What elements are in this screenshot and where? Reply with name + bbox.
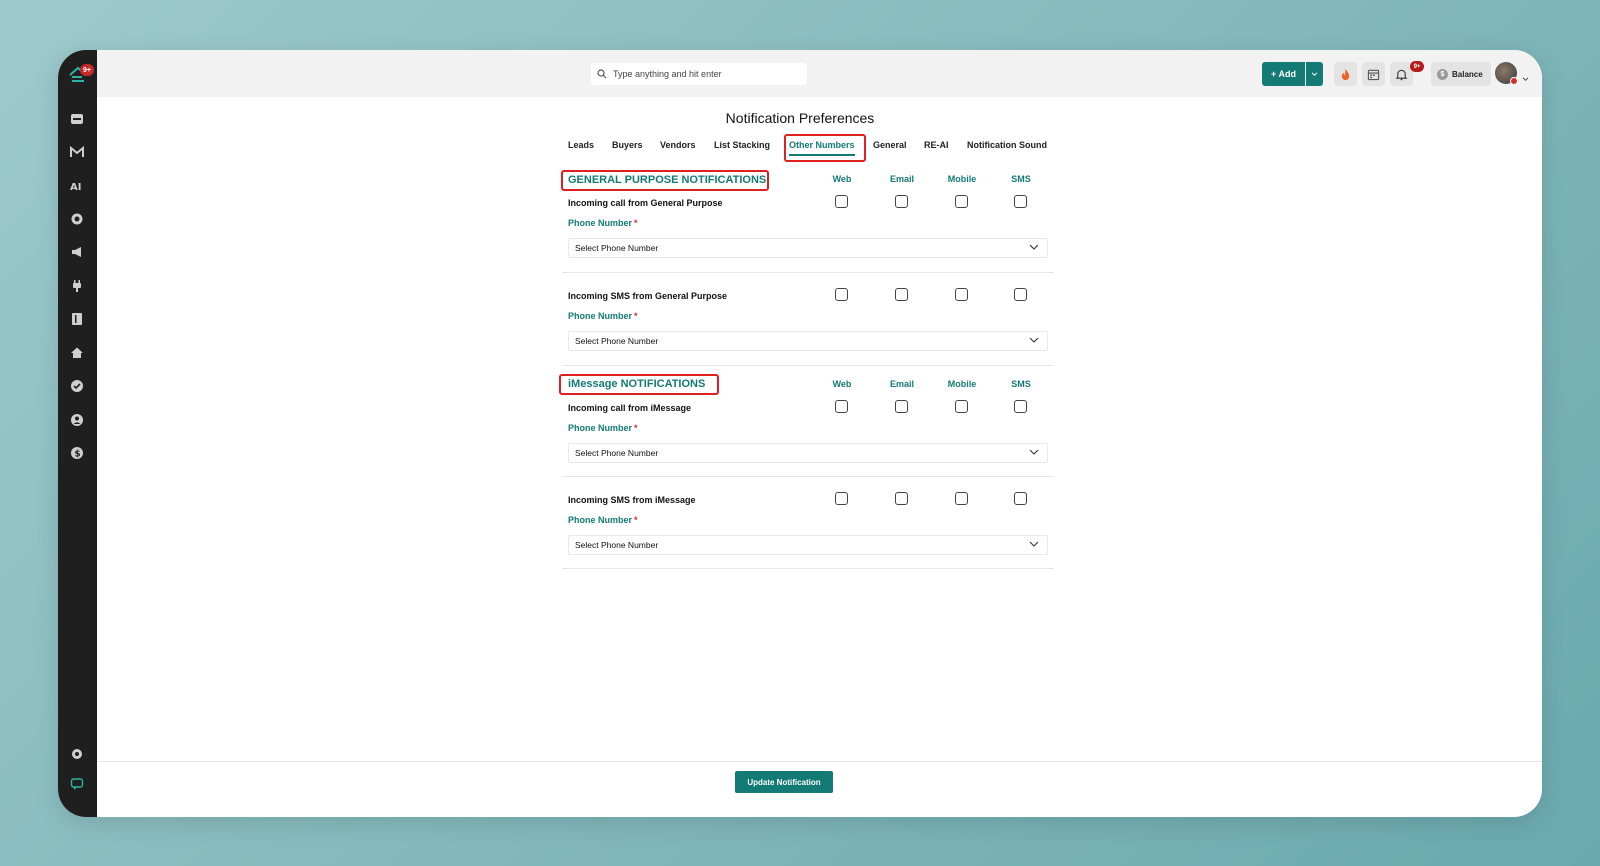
checkbox-web[interactable] xyxy=(835,195,848,208)
tab-general[interactable]: General xyxy=(873,140,907,154)
tab-buyers[interactable]: Buyers xyxy=(612,140,643,154)
divider xyxy=(562,476,1054,477)
home-icon[interactable] xyxy=(69,345,85,361)
select-value: Select Phone Number xyxy=(575,448,659,458)
checkbox-email[interactable] xyxy=(895,195,908,208)
checkbox-mobile[interactable] xyxy=(955,492,968,505)
svg-text:$: $ xyxy=(74,450,80,460)
checkbox-sms[interactable] xyxy=(1014,400,1027,413)
settings-icon[interactable] xyxy=(69,746,85,762)
chevron-down-icon xyxy=(1029,244,1039,250)
divider xyxy=(562,365,1054,366)
phone-number-label: Phone Number * xyxy=(568,218,638,228)
phone-number-select[interactable]: Select Phone Number xyxy=(568,535,1048,555)
footer-divider xyxy=(97,761,1542,762)
row-label: Incoming call from General Purpose xyxy=(568,198,723,208)
app-window: 9+ AI $ Type anything and hit enter + Ad… xyxy=(58,50,1542,817)
notification-badge: 9+ xyxy=(1410,61,1424,72)
tab-notification-sound[interactable]: Notification Sound xyxy=(967,140,1047,154)
ai-icon[interactable]: AI xyxy=(69,177,85,193)
calendar-icon[interactable] xyxy=(1362,62,1385,86)
row-label: Incoming SMS from General Purpose xyxy=(568,291,728,301)
add-dropdown-button[interactable] xyxy=(1306,62,1323,86)
phone-number-select[interactable]: Select Phone Number xyxy=(568,443,1048,463)
checkbox-web[interactable] xyxy=(835,400,848,413)
chevron-down-icon xyxy=(1029,449,1039,455)
checkbox-email[interactable] xyxy=(895,492,908,505)
plug-icon[interactable] xyxy=(69,278,85,294)
phone-number-select[interactable]: Select Phone Number xyxy=(568,331,1048,351)
coin-icon: $ xyxy=(1437,68,1448,80)
search-input[interactable] xyxy=(613,69,793,79)
highlight-box-tab xyxy=(784,134,866,162)
select-value: Select Phone Number xyxy=(575,540,659,550)
checkbox-sms[interactable] xyxy=(1014,492,1027,505)
phone-number-label: Phone Number * xyxy=(568,311,638,321)
tab-list-stacking[interactable]: List Stacking xyxy=(714,140,770,154)
select-value: Select Phone Number xyxy=(575,243,659,253)
col-sms: SMS xyxy=(1011,379,1031,389)
divider xyxy=(562,568,1054,569)
svg-text:AI: AI xyxy=(70,182,81,192)
chevron-down-icon xyxy=(1311,71,1318,76)
sidebar: 9+ AI $ xyxy=(58,50,97,817)
megaphone-icon[interactable] xyxy=(69,244,85,260)
col-sms: SMS xyxy=(1011,174,1031,184)
checkbox-email[interactable] xyxy=(895,288,908,301)
checkbox-email[interactable] xyxy=(895,400,908,413)
select-value: Select Phone Number xyxy=(575,336,659,346)
chevron-down-icon xyxy=(1029,541,1039,547)
dollar-icon[interactable]: $ xyxy=(69,445,85,461)
checkbox-mobile[interactable] xyxy=(955,288,968,301)
tab-vendors[interactable]: Vendors xyxy=(660,140,696,154)
section-title-imessage: iMessage NOTIFICATIONS xyxy=(568,378,706,390)
section-title-general-purpose: GENERAL PURPOSE NOTIFICATIONS xyxy=(568,174,767,186)
target-icon[interactable] xyxy=(69,211,85,227)
user-circle-icon[interactable] xyxy=(69,412,85,428)
col-web: Web xyxy=(832,174,852,184)
status-dot xyxy=(1510,77,1518,85)
search-bar[interactable] xyxy=(591,63,807,85)
top-bar xyxy=(97,50,1542,97)
search-icon xyxy=(597,69,607,79)
chat-icon[interactable] xyxy=(69,776,85,792)
col-mobile: Mobile xyxy=(947,174,977,184)
book-icon[interactable] xyxy=(69,311,85,327)
balance-button[interactable]: $ Balance xyxy=(1431,62,1491,86)
check-circle-icon[interactable] xyxy=(69,378,85,394)
phone-number-label: Phone Number * xyxy=(568,515,638,525)
gmail-icon[interactable] xyxy=(69,144,85,160)
logo-badge: 9+ xyxy=(80,64,94,76)
phone-number-label: Phone Number * xyxy=(568,423,638,433)
checkbox-web[interactable] xyxy=(835,492,848,505)
checkbox-sms[interactable] xyxy=(1014,288,1027,301)
fire-icon[interactable] xyxy=(1334,62,1357,86)
col-email: Email xyxy=(889,379,914,389)
col-web: Web xyxy=(832,379,852,389)
checkbox-mobile[interactable] xyxy=(955,400,968,413)
divider xyxy=(562,272,1054,273)
checkbox-sms[interactable] xyxy=(1014,195,1027,208)
col-email: Email xyxy=(889,174,914,184)
phone-number-select[interactable]: Select Phone Number xyxy=(568,238,1048,258)
checkbox-web[interactable] xyxy=(835,288,848,301)
row-label: Incoming SMS from iMessage xyxy=(568,495,696,505)
chevron-down-icon[interactable] xyxy=(1522,69,1529,87)
tab-leads[interactable]: Leads xyxy=(568,140,594,154)
checkbox-mobile[interactable] xyxy=(955,195,968,208)
balance-label: Balance xyxy=(1452,69,1483,79)
add-button[interactable]: + Add xyxy=(1262,62,1305,86)
update-notification-button[interactable]: Update Notification xyxy=(735,771,833,793)
chevron-down-icon xyxy=(1029,337,1039,343)
row-label: Incoming call from iMessage xyxy=(568,403,692,413)
page-title: Notification Preferences xyxy=(725,110,875,126)
tab-re-ai[interactable]: RE-AI xyxy=(924,140,949,154)
col-mobile: Mobile xyxy=(947,379,977,389)
